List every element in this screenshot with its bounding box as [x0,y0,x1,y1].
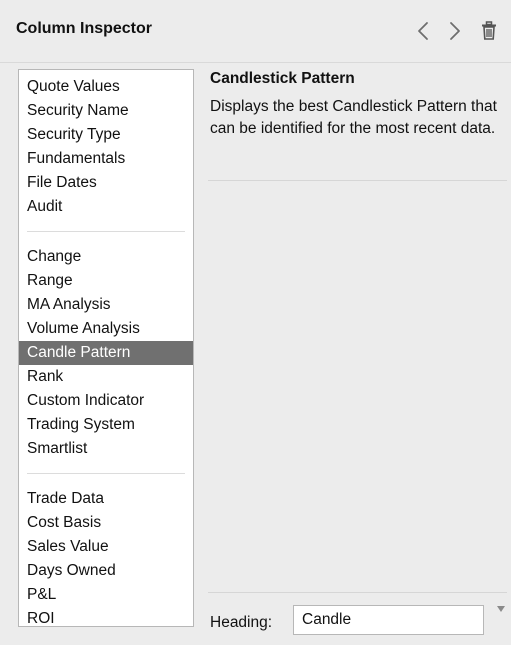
list-item-sales-value[interactable]: Sales Value [19,535,193,559]
list-item-fundamentals[interactable]: Fundamentals [19,147,193,171]
dropdown-arrow-icon[interactable] [496,604,506,614]
next-button[interactable] [440,14,470,48]
list-item-security-name[interactable]: Security Name [19,99,193,123]
list-item-trade-data[interactable]: Trade Data [19,487,193,511]
list-item-candle-pattern[interactable]: Candle Pattern [19,341,193,365]
list-separator [27,473,185,474]
previous-button[interactable] [408,14,438,48]
list-item-quote-values[interactable]: Quote Values [19,75,193,99]
chevron-right-icon [450,22,460,40]
list-item-roi[interactable]: ROI [19,607,193,631]
list-item-custom-indicator[interactable]: Custom Indicator [19,389,193,413]
chevron-left-icon [418,22,428,40]
trash-icon [482,21,496,40]
list-item-pnl[interactable]: P&L [19,583,193,607]
column-type-list[interactable]: Quote Values Security Name Security Type… [18,69,194,627]
delete-button[interactable] [474,14,504,48]
divider [208,180,507,181]
list-item-security-type[interactable]: Security Type [19,123,193,147]
list-item-smartlist[interactable]: Smartlist [19,437,193,461]
list-item-days-owned[interactable]: Days Owned [19,559,193,583]
list-separator [27,231,185,232]
inspector-header: Column Inspector [0,0,511,63]
list-item-cost-basis[interactable]: Cost Basis [19,511,193,535]
list-item-volume-analysis[interactable]: Volume Analysis [19,317,193,341]
list-item-audit[interactable]: Audit [19,195,193,219]
detail-description: Displays the best Candlestick Pattern th… [210,98,497,137]
heading-input[interactable] [293,605,484,635]
list-item-file-dates[interactable]: File Dates [19,171,193,195]
list-item-rank[interactable]: Rank [19,365,193,389]
heading-label: Heading: [210,614,273,631]
list-item-range[interactable]: Range [19,269,193,293]
divider [208,592,507,593]
list-item-change[interactable]: Change [19,245,193,269]
panel-title: Column Inspector [16,20,153,37]
detail-title: Candlestick Pattern [210,70,355,87]
list-item-trading-system[interactable]: Trading System [19,413,193,437]
list-item-ma-analysis[interactable]: MA Analysis [19,293,193,317]
